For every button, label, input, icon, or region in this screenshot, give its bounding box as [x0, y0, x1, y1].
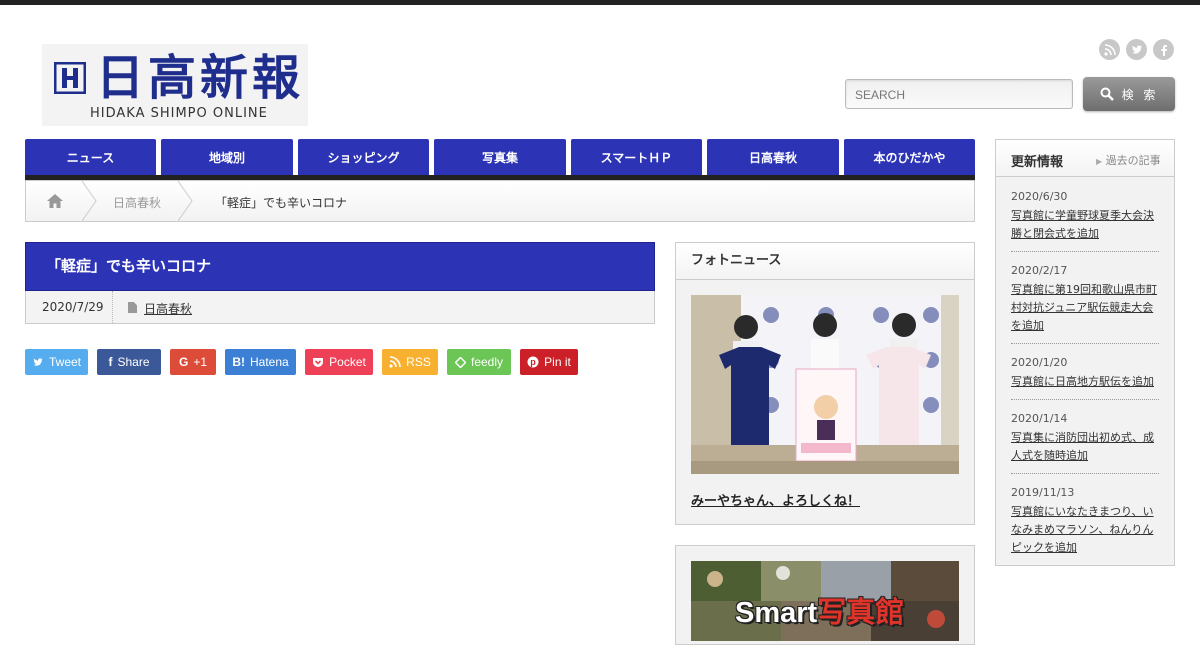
search-icon	[1100, 87, 1114, 101]
nav-item-smart-hp[interactable]: スマートＨＰ	[571, 139, 702, 175]
breadcrumb-separator	[82, 181, 97, 221]
update-date: 2020/6/30	[1011, 190, 1068, 203]
logo-emblem-icon	[54, 62, 86, 94]
pocket-icon	[313, 357, 324, 367]
photo-news-title: フォトニュース	[676, 243, 974, 280]
breadcrumb: 日高春秋 「軽症」でも辛いコロナ	[25, 180, 975, 222]
article-title: 「軽症」でも辛いコロナ	[25, 242, 655, 291]
smart-banner-kanji: 写真館	[817, 597, 905, 629]
search-input[interactable]: SEARCH	[845, 79, 1073, 109]
update-link[interactable]: 写真館にいなたきまつり、いなみまめマラソン、ねんりんピックを追加	[1011, 503, 1161, 557]
update-date: 2020/1/20	[1011, 356, 1068, 369]
share-tweet-button[interactable]: Tweet	[25, 349, 88, 375]
breadcrumb-category[interactable]: 日高春秋	[113, 194, 161, 211]
search-button-label: 検 索	[1121, 87, 1159, 102]
pinterest-icon: p	[527, 356, 539, 368]
home-icon[interactable]	[46, 193, 64, 209]
share-pocket-label: Pocket	[329, 355, 366, 369]
article-date: 2020/7/29	[42, 300, 104, 314]
hatena-icon: B!	[232, 355, 245, 369]
main-nav: ニュース 地域別 ショッピング 写真集 スマートＨＰ 日高春秋 本のひだかや	[25, 139, 975, 180]
smart-banner-latin: Smart	[735, 597, 818, 629]
nav-item-photos[interactable]: 写真集	[434, 139, 566, 175]
share-feedly-label: feedly	[470, 355, 504, 369]
logo-subtitle: HIDAKA SHIMPO ONLINE	[90, 106, 268, 121]
nav-item-region[interactable]: 地域別	[161, 139, 293, 175]
past-articles-link[interactable]: ▶ 過去の記事	[1096, 152, 1161, 168]
share-pinterest-label: Pin it	[544, 355, 571, 369]
svg-text:p: p	[530, 357, 536, 367]
update-separator	[1011, 343, 1159, 344]
updates-widget: 更新情報 ▶ 過去の記事 2020/6/30 写真館に学童野球夏季大会決勝と閉会…	[995, 139, 1175, 566]
breadcrumb-current: 「軽症」でも辛いコロナ	[215, 196, 348, 210]
nav-item-shopping[interactable]: ショッピング	[298, 139, 429, 175]
photo-news-caption[interactable]: みーやちゃん、よろしくね！	[691, 490, 860, 509]
share-pocket-button[interactable]: Pocket	[305, 349, 373, 375]
site-logo[interactable]: 日高新報 HIDAKA SHIMPO ONLINE	[42, 44, 308, 126]
update-link[interactable]: 写真館に日高地方駅伝を追加	[1011, 373, 1161, 391]
update-date: 2020/1/14	[1011, 412, 1068, 425]
rss-icon	[389, 356, 401, 368]
photo-news-image[interactable]	[691, 295, 959, 474]
facebook-icon[interactable]	[1153, 39, 1174, 60]
update-date: 2019/11/13	[1011, 486, 1075, 499]
top-bar	[0, 0, 1200, 5]
nav-item-news[interactable]: ニュース	[25, 139, 156, 175]
update-separator	[1011, 473, 1159, 474]
past-articles-label: 過去の記事	[1105, 154, 1161, 167]
share-rss-button[interactable]: RSS	[382, 349, 438, 375]
smart-photo-banner[interactable]: Smart写真館	[691, 561, 959, 641]
nav-item-hidaka-shunju[interactable]: 日高春秋	[707, 139, 839, 175]
share-pinterest-button[interactable]: p Pin it	[520, 349, 578, 375]
feedly-icon	[454, 356, 466, 368]
share-hatena-label: Hatena	[249, 355, 289, 369]
update-separator	[1011, 251, 1159, 252]
nav-item-bookstore[interactable]: 本のひだかや	[844, 139, 975, 175]
smart-photo-widget: Smart写真館	[675, 545, 975, 645]
update-link[interactable]: 写真館に第19回和歌山県市町村対抗ジュニア駅伝競走大会を追加	[1011, 281, 1161, 335]
share-rss-label: RSS	[406, 355, 431, 369]
share-tweet-label: Tweet	[48, 355, 81, 369]
photo-news-widget: フォトニュース みーやちゃん、よろしくね！	[675, 242, 975, 525]
update-link[interactable]: 写真館に学童野球夏季大会決勝と閉会式を追加	[1011, 207, 1161, 243]
share-facebook-label: Share	[117, 355, 150, 369]
triangle-right-icon: ▶	[1096, 157, 1103, 166]
smart-photo-banner-text: Smart写真館	[735, 589, 904, 631]
article-category-link[interactable]: 日高春秋	[144, 300, 192, 317]
update-date: 2020/2/17	[1011, 264, 1068, 277]
update-link[interactable]: 写真集に消防団出初め式、成人式を随時追加	[1011, 429, 1161, 465]
updates-header: 更新情報 ▶ 過去の記事	[996, 140, 1174, 177]
twitter-icon[interactable]	[1126, 39, 1147, 60]
article-meta: 2020/7/29 日高春秋	[25, 291, 655, 324]
search-button[interactable]: 検 索	[1083, 77, 1175, 111]
share-feedly-button[interactable]: feedly	[447, 349, 511, 375]
google-plus-icon: G	[178, 355, 189, 369]
logo-text: 日高新報	[96, 50, 305, 106]
share-facebook-button[interactable]: f Share	[97, 349, 161, 375]
update-separator	[1011, 399, 1159, 400]
breadcrumb-separator	[178, 181, 193, 221]
twitter-icon	[33, 357, 43, 366]
share-gplus-button[interactable]: G +1	[170, 349, 216, 375]
category-icon	[128, 302, 137, 313]
share-hatena-button[interactable]: B! Hatena	[225, 349, 296, 375]
updates-title: 更新情報	[1011, 155, 1064, 170]
meta-divider	[112, 291, 114, 323]
share-gplus-label: +1	[193, 355, 208, 369]
facebook-icon: f	[108, 355, 113, 369]
rss-icon[interactable]	[1099, 39, 1120, 60]
